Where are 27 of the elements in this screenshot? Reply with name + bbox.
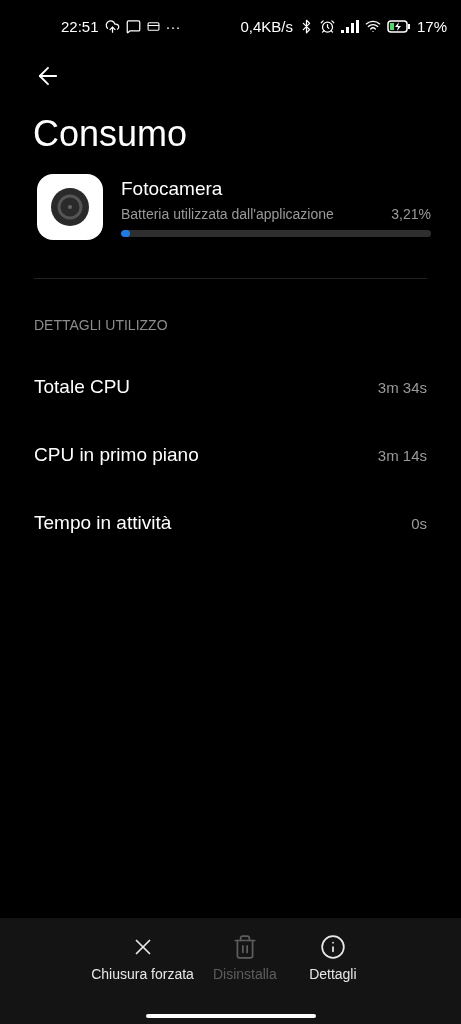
battery-usage-percent: 3,21% bbox=[391, 205, 431, 222]
alarm-icon bbox=[319, 18, 335, 34]
camera-app-icon bbox=[37, 174, 103, 240]
usage-value: 3m 34s bbox=[377, 378, 427, 396]
usage-value: 0s bbox=[411, 514, 427, 532]
battery-percent: 17% bbox=[416, 17, 447, 35]
signal-icon bbox=[340, 19, 359, 33]
chat-icon bbox=[125, 18, 141, 34]
usage-value: 3m 14s bbox=[377, 446, 427, 464]
usage-label: Tempo in attività bbox=[34, 512, 172, 534]
sim-icon bbox=[146, 19, 160, 33]
page-title: Consumo bbox=[33, 112, 189, 156]
cloud-upload-icon bbox=[104, 18, 120, 34]
usage-label: CPU in primo piano bbox=[34, 444, 199, 466]
app-name: Fotocamera bbox=[121, 177, 224, 200]
network-speed: 0,4KB/s bbox=[240, 17, 293, 35]
info-icon bbox=[319, 934, 346, 960]
section-header: DETTAGLI UTILIZZO bbox=[34, 317, 169, 333]
details-button[interactable]: Dettagli bbox=[295, 934, 370, 982]
clock: 22:51 bbox=[61, 17, 99, 35]
wifi-icon bbox=[364, 18, 381, 34]
force-stop-button[interactable]: Chiusura forzata bbox=[91, 934, 194, 982]
trash-icon bbox=[231, 934, 258, 960]
more-notifications: ··· bbox=[165, 17, 181, 35]
usage-label: Totale CPU bbox=[34, 376, 131, 398]
battery-charging-icon bbox=[386, 19, 411, 33]
battery-usage-label: Batteria utilizzata dall'applicazione bbox=[121, 205, 334, 222]
